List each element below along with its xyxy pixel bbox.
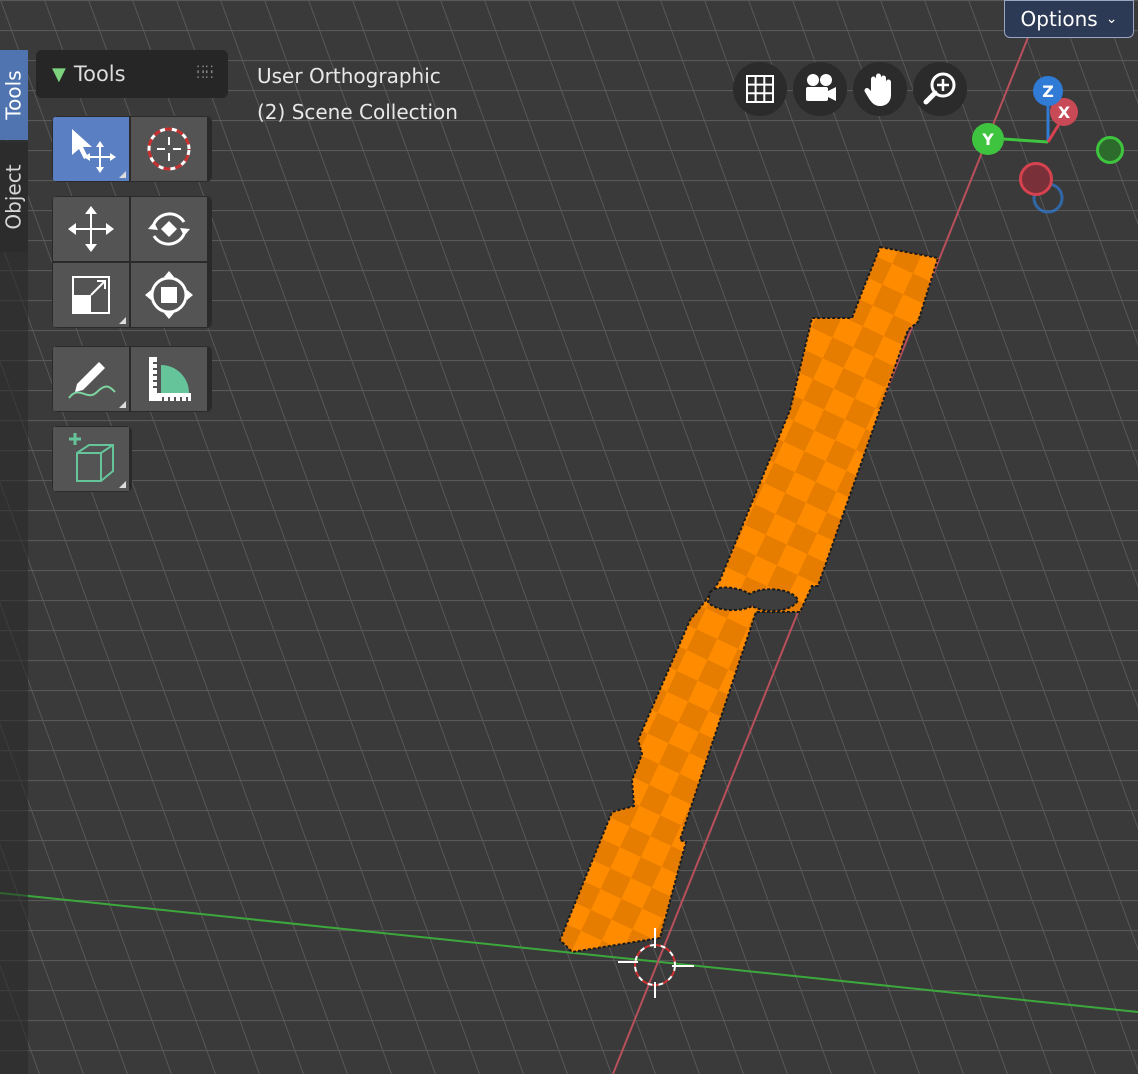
gizmo-z-axis[interactable]: Z <box>1033 76 1063 106</box>
cursor-tool-button[interactable] <box>130 116 208 182</box>
gizmo-y-axis[interactable]: Y <box>972 123 1004 155</box>
transform-tool-button[interactable] <box>130 262 208 328</box>
zoom-in-icon <box>923 72 956 105</box>
tool-group-transform <box>52 196 212 328</box>
drag-grip-icon[interactable]: ∷∷ ∷∷ <box>197 63 214 81</box>
options-label: Options <box>1020 7 1098 31</box>
add-cube-tool-button[interactable] <box>52 426 130 492</box>
tool-group-annotate <box>52 346 212 412</box>
move-icon <box>68 206 114 252</box>
grid-icon <box>746 75 774 103</box>
camera-icon <box>806 74 836 101</box>
pencil-icon <box>68 362 116 399</box>
3d-cursor-icon <box>147 127 191 171</box>
navigation-gizmo[interactable]: X Z Y <box>960 70 1138 230</box>
tools-panel-title: Tools <box>73 62 126 86</box>
select-box-tool-button[interactable] <box>52 116 130 182</box>
chevron-down-icon: ⌄ <box>1105 11 1118 27</box>
view-name-label: User Orthographic <box>257 64 441 88</box>
zoom-view-button[interactable] <box>913 62 967 116</box>
hand-icon <box>864 73 891 106</box>
rotate-tool-button[interactable] <box>130 196 208 262</box>
sidebar-tabs: Tools Object <box>0 50 28 1074</box>
tab-object[interactable]: Object <box>0 142 28 252</box>
add-cube-icon <box>69 433 114 482</box>
tool-group-add <box>52 426 132 492</box>
scale-tool-button[interactable] <box>52 262 130 328</box>
collection-label: (2) Scene Collection <box>257 100 458 124</box>
tab-tools[interactable]: Tools <box>0 50 28 140</box>
toggle-grid-button[interactable] <box>733 62 787 116</box>
transform-icon <box>145 271 193 319</box>
cursor-move-icon <box>72 129 116 173</box>
tool-group-select <box>52 116 212 182</box>
ruler-icon <box>149 357 191 401</box>
camera-view-button[interactable] <box>793 62 847 116</box>
pan-view-button[interactable] <box>853 62 907 116</box>
annotate-tool-button[interactable] <box>52 346 130 412</box>
collapse-triangle-icon[interactable]: ▼ <box>52 64 66 85</box>
options-dropdown[interactable]: Options ⌄ <box>1004 0 1134 38</box>
rotate-icon <box>148 212 190 246</box>
measure-tool-button[interactable] <box>130 346 208 412</box>
scale-icon <box>72 276 110 314</box>
move-tool-button[interactable] <box>52 196 130 262</box>
gizmo-neg-x-axis[interactable] <box>1019 162 1053 196</box>
gizmo-neg-y-axis[interactable] <box>1096 136 1124 164</box>
tools-panel-header[interactable]: ▼ Tools ∷∷ ∷∷ <box>36 50 228 98</box>
